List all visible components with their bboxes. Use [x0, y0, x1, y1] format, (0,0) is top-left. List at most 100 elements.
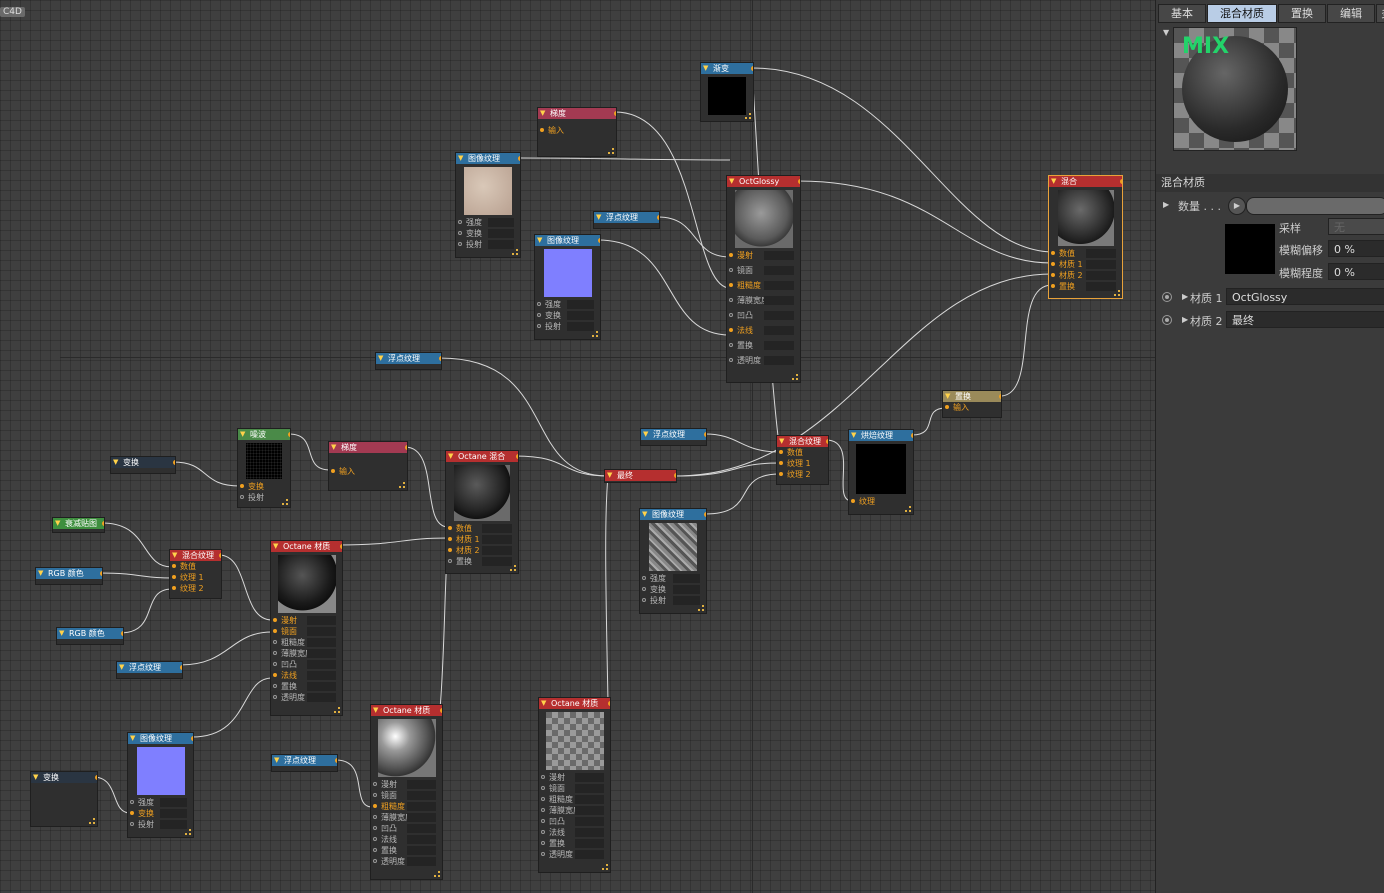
- node-header[interactable]: 变换: [31, 772, 97, 783]
- resize-grip[interactable]: [282, 499, 288, 505]
- port-roughness[interactable]: 粗糙度: [539, 794, 604, 805]
- port-displacement[interactable]: 置换: [1049, 281, 1116, 292]
- node-mix-material-selected[interactable]: 混合 数值 材质 1 材质 2 置换: [1048, 175, 1123, 299]
- port-texture-2[interactable]: 纹理 2: [777, 469, 822, 480]
- port-amount[interactable]: 数值: [446, 523, 512, 534]
- material2-field[interactable]: 最终: [1226, 311, 1384, 328]
- node-header[interactable]: OctGlossy: [727, 176, 800, 187]
- port-normal[interactable]: 法线: [271, 670, 336, 681]
- port-normal[interactable]: 法线: [539, 827, 604, 838]
- port-transform[interactable]: 变换: [640, 584, 700, 595]
- port-amount[interactable]: 数值: [170, 561, 215, 572]
- node-header[interactable]: 浮点纹理: [117, 662, 182, 673]
- port-strength[interactable]: 强度: [128, 797, 187, 808]
- amount-arrow-button[interactable]: ▶: [1228, 197, 1246, 215]
- port-bump[interactable]: 凹凸: [539, 816, 604, 827]
- node-octane-material[interactable]: Octane 材质 漫射 镜面 粗糙度 薄膜宽度 凹凸 法线 置换 透明度: [370, 704, 443, 880]
- port-texture-1[interactable]: 纹理 1: [777, 458, 822, 469]
- port-film-width[interactable]: 薄膜宽度: [371, 812, 436, 823]
- port-displacement[interactable]: 置换: [371, 845, 436, 856]
- node-octane-mix[interactable]: Octane 混合 数值 材质 1 材质 2 置换: [445, 450, 519, 574]
- resize-grip[interactable]: [434, 871, 440, 877]
- resize-grip[interactable]: [512, 249, 518, 255]
- resize-grip[interactable]: [334, 707, 340, 713]
- port-bump[interactable]: 凹凸: [271, 659, 336, 670]
- port-roughness[interactable]: 粗糙度: [727, 280, 794, 291]
- port-normal[interactable]: 法线: [371, 834, 436, 845]
- node-header[interactable]: 浮点纹理: [641, 429, 706, 440]
- node-header[interactable]: 图像纹理: [456, 153, 520, 164]
- node-image-texture[interactable]: 图像纹理 强度 变换 投射: [639, 508, 707, 614]
- node-mix-texture[interactable]: 混合纹理 数值 纹理 1 纹理 2: [776, 435, 829, 485]
- expand-arrow-icon[interactable]: ▶: [1182, 292, 1188, 301]
- port-opacity[interactable]: 透明度: [539, 849, 604, 860]
- node-mix-texture[interactable]: 混合纹理 数值 纹理 1 纹理 2: [169, 549, 222, 599]
- node-transform[interactable]: 变换: [110, 456, 176, 474]
- port-diffuse[interactable]: 漫射: [727, 250, 794, 261]
- resize-grip[interactable]: [592, 331, 598, 337]
- node-header[interactable]: RGB 颜色: [57, 628, 123, 639]
- node-transform[interactable]: 变换: [30, 771, 98, 827]
- resize-grip[interactable]: [698, 605, 704, 611]
- port-specular[interactable]: 镜面: [727, 265, 794, 276]
- node-header[interactable]: 渐变: [701, 63, 753, 74]
- resize-grip[interactable]: [185, 829, 191, 835]
- port-film-width[interactable]: 薄膜宽度: [539, 805, 604, 816]
- port-material-2[interactable]: 材质 2: [446, 545, 512, 556]
- port-transform[interactable]: 变换: [456, 228, 514, 239]
- port-displacement[interactable]: 置换: [446, 556, 512, 567]
- port-roughness[interactable]: 粗糙度: [371, 801, 436, 812]
- node-image-texture[interactable]: 图像纹理 强度 变换 投射: [534, 234, 601, 340]
- resize-grip[interactable]: [602, 864, 608, 870]
- amount-slider[interactable]: [1246, 197, 1384, 215]
- port-input[interactable]: 输入: [329, 466, 401, 477]
- node-rgb-color[interactable]: RGB 颜色: [56, 627, 124, 645]
- port-opacity[interactable]: 透明度: [271, 692, 336, 703]
- node-image-texture[interactable]: 图像纹理 强度 变换 投射: [455, 152, 521, 258]
- node-image-texture[interactable]: 图像纹理 强度 变换 投射: [127, 732, 194, 838]
- node-editor-canvas[interactable]: C4D ▼ 渐变 ▼ 梯度 输入 ▼ 图像纹理 强度 变换 投射 ▼ 浮点纹理 …: [0, 0, 1155, 893]
- port-specular[interactable]: 镜面: [539, 783, 604, 794]
- node-header[interactable]: 浮点纹理: [272, 755, 337, 766]
- node-header[interactable]: 混合纹理: [777, 436, 828, 447]
- port-displacement[interactable]: 置换: [271, 681, 336, 692]
- node-header[interactable]: 噪波: [238, 429, 290, 440]
- node-header[interactable]: 浮点纹理: [376, 353, 441, 364]
- node-header[interactable]: 烘焙纹理: [849, 430, 913, 441]
- material1-radio[interactable]: [1162, 292, 1172, 302]
- node-gradient-ramp[interactable]: 梯度 输入: [328, 441, 408, 491]
- resize-grip[interactable]: [608, 148, 614, 154]
- port-displacement[interactable]: 置换: [539, 838, 604, 849]
- resize-grip[interactable]: [792, 374, 798, 380]
- blur-offset-field[interactable]: 0 %: [1328, 240, 1384, 257]
- resize-grip[interactable]: [1114, 290, 1120, 296]
- node-header[interactable]: Octane 材质: [271, 541, 342, 552]
- resize-grip[interactable]: [745, 113, 751, 119]
- port-specular[interactable]: 镜面: [371, 790, 436, 801]
- node-header[interactable]: 变换: [111, 457, 175, 468]
- port-film-width[interactable]: 薄膜宽度: [271, 648, 336, 659]
- node-displacement[interactable]: 置换 输入: [942, 390, 1002, 418]
- port-opacity[interactable]: 透明度: [371, 856, 436, 867]
- collapse-arrow-icon[interactable]: ▼: [1163, 28, 1169, 37]
- material2-radio[interactable]: [1162, 315, 1172, 325]
- node-header[interactable]: 图像纹理: [640, 509, 706, 520]
- node-header[interactable]: 图像纹理: [535, 235, 600, 246]
- port-amount[interactable]: 数值: [777, 447, 822, 458]
- node-float-texture[interactable]: 浮点纹理: [116, 661, 183, 679]
- node-octane-material[interactable]: Octane 材质 漫射 镜面 粗糙度 薄膜宽度 凹凸 法线 置换 透明度: [270, 540, 343, 716]
- port-film-width[interactable]: 薄膜宽度: [727, 295, 794, 306]
- node-float-texture[interactable]: 浮点纹理: [375, 352, 442, 370]
- node-header[interactable]: 图像纹理: [128, 733, 193, 744]
- port-projection[interactable]: 投射: [535, 321, 594, 332]
- port-amount[interactable]: 数值: [1049, 248, 1116, 259]
- expand-arrow-icon[interactable]: ▶: [1182, 315, 1188, 324]
- node-header[interactable]: RGB 颜色: [36, 568, 102, 579]
- node-header[interactable]: Octane 材质: [371, 705, 442, 716]
- port-input[interactable]: 输入: [538, 125, 610, 136]
- port-material-1[interactable]: 材质 1: [446, 534, 512, 545]
- port-material-1[interactable]: 材质 1: [1049, 259, 1116, 270]
- node-header[interactable]: 梯度: [329, 442, 407, 453]
- tab-mix-material[interactable]: 混合材质: [1207, 4, 1277, 23]
- port-specular[interactable]: 镜面: [271, 626, 336, 637]
